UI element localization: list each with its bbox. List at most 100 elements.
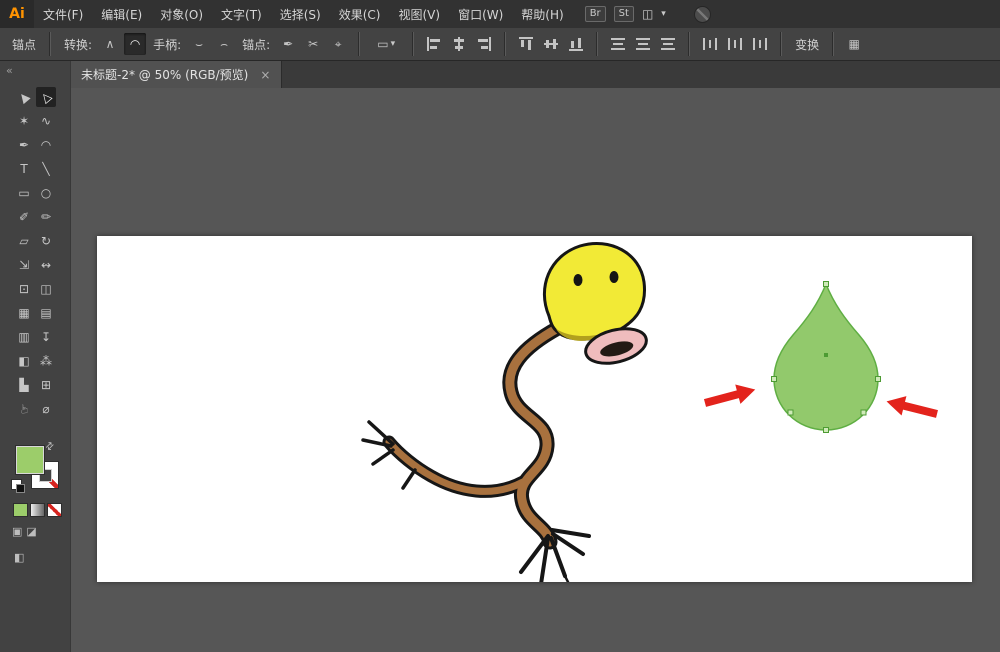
divider	[596, 32, 598, 56]
shape-builder-tool[interactable]: ◫	[36, 279, 56, 299]
free-transform-tool[interactable]: ⊡	[14, 279, 34, 299]
align-left-button[interactable]	[423, 33, 445, 55]
close-icon[interactable]: ×	[260, 68, 270, 82]
screen-mode-icon[interactable]: ◧	[14, 551, 24, 564]
bellsprout-figure[interactable]	[363, 243, 650, 582]
distribute-right-button[interactable]	[749, 33, 771, 55]
selection-tool[interactable]: ▲	[14, 87, 34, 107]
menu-file[interactable]: 文件(F)	[34, 0, 92, 28]
distribute-left-button[interactable]	[699, 33, 721, 55]
distribute-bottom-button[interactable]	[657, 33, 679, 55]
menu-view[interactable]: 视图(V)	[389, 0, 449, 28]
align-middle-button[interactable]	[540, 33, 562, 55]
gradient-button[interactable]	[30, 503, 45, 517]
curvature-tool[interactable]: ◠	[36, 135, 56, 155]
distribute-center-v-button[interactable]	[632, 33, 654, 55]
gradient-tool[interactable]: ▥	[14, 327, 34, 347]
menu-object[interactable]: 对象(O)	[151, 0, 212, 28]
divider	[688, 32, 690, 56]
artboard-tool[interactable]: ⊞	[36, 375, 56, 395]
anchor-left[interactable]	[772, 377, 777, 382]
document-tab[interactable]: 未标题-2* @ 50% (RGB/预览) ×	[70, 61, 282, 88]
show-handles-button[interactable]: ⌣	[188, 33, 210, 55]
direct-selection-tool[interactable]: △	[36, 87, 56, 107]
menu-bar: Ai 文件(F) 编辑(E) 对象(O) 文字(T) 选择(S) 效果(C) 视…	[0, 0, 1000, 28]
draw-behind-icon[interactable]: ◪	[26, 525, 36, 538]
eraser-tool[interactable]: ▱	[14, 231, 34, 251]
scale-tool[interactable]: ⇲	[14, 255, 34, 275]
menu-edit[interactable]: 编辑(E)	[92, 0, 151, 28]
pencil-tool[interactable]: ✏	[36, 207, 56, 227]
left-eye	[574, 274, 583, 286]
convert-smooth-button[interactable]: ◠	[124, 33, 146, 55]
menu-type[interactable]: 文字(T)	[212, 0, 271, 28]
collapse-panel-icon[interactable]: «	[6, 64, 13, 77]
color-mode-row	[13, 503, 62, 517]
lasso-tool[interactable]: ∿	[36, 111, 56, 131]
mesh-tool[interactable]: ▤	[36, 303, 56, 323]
anchor-bottom-right[interactable]	[861, 410, 866, 415]
sync-status-icon[interactable]	[694, 6, 711, 23]
distribute-center-h-button[interactable]	[724, 33, 746, 55]
artboard[interactable]	[97, 236, 972, 582]
hide-handles-button[interactable]: ⌢	[213, 33, 235, 55]
menu-help[interactable]: 帮助(H)	[512, 0, 572, 28]
red-arrow-left[interactable]	[702, 380, 757, 413]
default-fill-stroke-icon[interactable]	[11, 479, 22, 490]
distribute-top-button[interactable]	[607, 33, 629, 55]
none-button[interactable]	[47, 503, 62, 517]
tools-panel: « ▲ △ ✶ ∿ ✒ ◠ T ╲ ▭ ○ ✐ ✏ ▱ ↻ ⇲ ↭ ⊡ ◫ ▦ …	[0, 61, 71, 652]
column-graph-tool[interactable]: ▙	[14, 375, 34, 395]
align-center-button[interactable]	[448, 33, 470, 55]
line-segment-tool[interactable]: ╲	[36, 159, 56, 179]
anchor-bottom[interactable]	[824, 428, 829, 433]
zoom-tool[interactable]: ⌀	[36, 399, 56, 419]
width-tool[interactable]: ↭	[36, 255, 56, 275]
hand-tool[interactable]: ☞	[14, 399, 34, 419]
convert-label: 转换:	[64, 36, 92, 53]
eyedropper-tool[interactable]: ↧	[36, 327, 56, 347]
align-bottom-button[interactable]	[565, 33, 587, 55]
red-arrow-right[interactable]	[884, 392, 939, 424]
stock-button[interactable]: St	[614, 6, 634, 22]
anchor-bottom-left[interactable]	[788, 410, 793, 415]
rotate-tool[interactable]: ↻	[36, 231, 56, 251]
menu-window[interactable]: 窗口(W)	[449, 0, 512, 28]
menu-select[interactable]: 选择(S)	[271, 0, 330, 28]
divider	[412, 32, 414, 56]
pen-tool[interactable]: ✒	[14, 135, 34, 155]
shape-preset-dropdown[interactable]: ▭ ▾	[369, 33, 403, 55]
color-button[interactable]	[13, 503, 28, 517]
align-left-icon	[426, 37, 442, 51]
anchor-top[interactable]	[824, 282, 829, 287]
isolate-anchor-button[interactable]: ⌖	[327, 33, 349, 55]
cut-path-button[interactable]: ✂	[302, 33, 324, 55]
center-point[interactable]	[824, 353, 828, 357]
paintbrush-tool[interactable]: ✐	[14, 207, 34, 227]
illustrator-window: Ai 文件(F) 编辑(E) 对象(O) 文字(T) 选择(S) 效果(C) 视…	[0, 0, 1000, 652]
remove-anchor-button[interactable]: ✒	[277, 33, 299, 55]
convert-corner-button[interactable]: ∧	[99, 33, 121, 55]
draw-normal-icon[interactable]: ▣	[12, 525, 22, 538]
magic-wand-tool[interactable]: ✶	[14, 111, 34, 131]
tool-grid: ▲ △ ✶ ∿ ✒ ◠ T ╲ ▭ ○ ✐ ✏ ▱ ↻ ⇲ ↭ ⊡ ◫ ▦ ▤ …	[13, 87, 57, 419]
chevron-down-icon[interactable]: ▾	[661, 9, 666, 19]
type-tool[interactable]: T	[14, 159, 34, 179]
leaf-shape[interactable]	[772, 282, 881, 433]
transform-grid-button[interactable]: ▦	[843, 33, 865, 55]
workspace-switcher-icon[interactable]: ◫	[642, 7, 653, 21]
transform-label[interactable]: 变换	[795, 36, 819, 53]
rectangle-tool[interactable]: ▭	[14, 183, 34, 203]
symbol-sprayer-tool[interactable]: ⁂	[36, 351, 56, 371]
menu-effect[interactable]: 效果(C)	[330, 0, 390, 28]
swap-fill-stroke-icon[interactable]: ⇄	[43, 440, 57, 454]
align-top-button[interactable]	[515, 33, 537, 55]
bridge-button[interactable]: Br	[585, 6, 606, 22]
align-right-button[interactable]	[473, 33, 495, 55]
fill-color-swatch[interactable]	[16, 446, 44, 474]
ellipse-tool[interactable]: ○	[36, 183, 56, 203]
blend-tool[interactable]: ◧	[14, 351, 34, 371]
canvas-area[interactable]	[70, 88, 1000, 652]
anchor-right[interactable]	[876, 377, 881, 382]
perspective-grid-tool[interactable]: ▦	[14, 303, 34, 323]
